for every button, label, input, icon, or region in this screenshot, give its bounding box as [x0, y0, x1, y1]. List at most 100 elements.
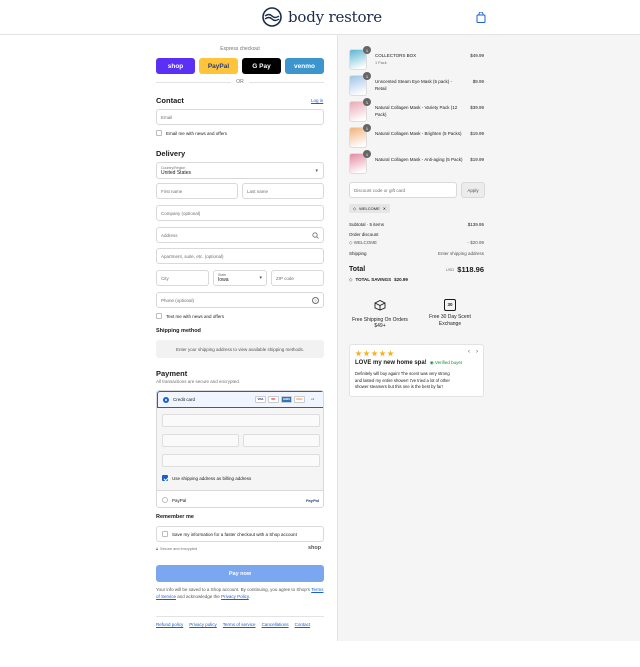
card-logos: VISA MC AMEX DISC +4 [255, 396, 318, 403]
header: body restore [0, 0, 640, 35]
quantity-badge: 1 [363, 98, 371, 106]
discount-tag: ◇ WELCOME ✕ [349, 204, 391, 213]
brand-name: body restore [288, 8, 382, 26]
express-paypal-button[interactable]: PayPal [199, 58, 238, 74]
total-savings: ◇ TOTAL SAVINGS $20.99 [349, 277, 408, 283]
chevron-left-icon[interactable]: ‹ [468, 349, 470, 355]
paypal-label: PayPal [172, 497, 187, 503]
last-name-field[interactable]: Last name [242, 183, 324, 199]
express-g-pay-button[interactable]: G Pay [242, 58, 281, 74]
security-code-field[interactable] [243, 434, 320, 447]
checkbox-box[interactable] [156, 313, 162, 319]
credit-card-option[interactable]: Credit card VISA MC AMEX DISC +4 [157, 391, 323, 408]
review-text: Definitely will buy again! The scent was… [355, 371, 450, 389]
product-name-block: Unscented Steam Eye Mask (5 pack) - Reta… [375, 79, 463, 92]
perk-text: Free 30 Day Scent Exchange [429, 314, 471, 327]
express-shop-button[interactable]: shop [156, 58, 195, 74]
city-field[interactable]: City [156, 270, 209, 286]
billing-checkbox[interactable]: Use shipping address as billing address [162, 475, 251, 481]
credit-card-label: Credit card [173, 397, 196, 402]
review-title: LOVE my new home spa! ◉ Verified buyer [355, 360, 462, 366]
savings-label: TOTAL SAVINGS [355, 277, 392, 282]
legal-text: Your info will be saved to a Shop accoun… [156, 587, 324, 600]
email-field[interactable]: Email [156, 109, 324, 125]
discount-code-field[interactable]: Discount code or gift card [349, 182, 457, 198]
help-icon[interactable]: ? [312, 296, 319, 304]
subtotal-value: $139.95 [467, 222, 484, 227]
more-cards-badge: +4 [311, 398, 314, 401]
chevron-right-icon[interactable]: › [476, 349, 478, 355]
discount-code-row: ◇ WELCOME - $20.99 [349, 240, 484, 246]
expiry-field[interactable] [162, 434, 239, 447]
star-rating [355, 350, 394, 357]
email-news-checkbox[interactable]: Email me with news and offers [156, 130, 227, 136]
footer-link[interactable]: Terms of service [223, 622, 256, 627]
shipping-row: Shipping Enter shipping address [349, 251, 484, 256]
product-price: $49.99 [470, 53, 484, 58]
product-price: $19.99 [470, 157, 484, 162]
review-nav: ‹ › [468, 349, 478, 355]
review-title-text: LOVE my new home spa! [355, 360, 427, 366]
pay-now-button[interactable]: Pay now [156, 565, 324, 582]
zip-field[interactable]: ZIP code [271, 270, 324, 286]
quantity-badge: 1 [363, 46, 371, 54]
footer-link[interactable]: Refund policy [156, 622, 183, 627]
legal-text-2: and acknowledge the [177, 593, 220, 599]
payment-methods: Credit card VISA MC AMEX DISC +4 Use shippin… [156, 390, 324, 508]
checkbox-box[interactable] [156, 130, 162, 136]
phone-field[interactable]: Phone (optional) ? [156, 292, 324, 308]
express-venmo-button[interactable]: venmo [285, 58, 324, 74]
card-number-field[interactable] [162, 414, 320, 427]
cart-item: 1 Natural Collagen Mask - Anti-aging (5 P… [349, 150, 484, 175]
remember-checkbox[interactable]: Save my information for a faster checkou… [156, 526, 324, 542]
first-name-field[interactable]: First name [156, 183, 238, 199]
product-variant: 1 Pack [375, 60, 387, 65]
footer-link[interactable]: Contact [295, 622, 311, 627]
shopping-bag-icon[interactable] [476, 12, 486, 23]
order-discount-label: Order discount [349, 232, 379, 237]
company-field[interactable]: Company (optional) [156, 205, 324, 221]
lock-icon: 🔒︎ [156, 547, 159, 551]
card-logo-disc: DISC [294, 396, 305, 403]
quantity-badge: 1 [363, 150, 371, 158]
box-icon [374, 299, 386, 311]
country-select[interactable]: Country/Region United States ▾ [156, 162, 324, 179]
payment-subtitle: All transactions are secure and encrypte… [156, 379, 241, 384]
address-field[interactable]: Address [156, 227, 324, 243]
radio-selected[interactable] [163, 396, 169, 403]
star-icon [355, 350, 362, 357]
star-icon [379, 350, 386, 357]
state-select[interactable]: State Iowa ▾ [213, 270, 267, 286]
savings-value: $20.99 [394, 277, 408, 282]
product-name: Natural Collagen Mask - Anti-aging (5 Pa… [375, 157, 463, 162]
subtotal-row: Subtotal · 5 items $139.95 [349, 222, 484, 227]
chevron-down-icon: ▾ [315, 168, 318, 174]
card-logo-visa: VISA [255, 396, 266, 403]
shipping-method-heading: Shipping method [156, 328, 201, 334]
verified-badge: ◉ Verified buyer [429, 360, 463, 365]
footer-link[interactable]: Cancellations [262, 622, 289, 627]
email-news-label: Email me with news and offers [166, 130, 227, 136]
radio-unselected[interactable] [162, 497, 168, 503]
perk-free-shipping: Free Shipping On Orders $49+ [350, 299, 410, 330]
product-name: Unscented Steam Eye Mask (5 pack) - Reta… [375, 79, 453, 91]
close-icon[interactable]: ✕ [383, 206, 386, 211]
apply-button[interactable]: Apply [461, 182, 485, 198]
secure-note: 🔒︎ Secure and encrypted [156, 547, 197, 551]
checkbox-box[interactable] [162, 531, 168, 537]
card-logo-amex: AMEX [281, 396, 292, 403]
footer-link[interactable]: Privacy policy [189, 622, 217, 627]
text-news-checkbox[interactable]: Text me with news and offers [156, 313, 224, 319]
name-on-card-field[interactable] [162, 454, 320, 467]
login-link[interactable]: Log in [311, 98, 323, 103]
brand-logo[interactable]: body restore [262, 7, 382, 27]
apartment-field[interactable]: Apartment, suite, etc. (optional) [156, 248, 324, 264]
order-summary-panel [337, 35, 640, 641]
paypal-option[interactable]: PayPal PayPal [157, 490, 323, 507]
checkbox-checked[interactable] [162, 475, 168, 481]
payment-heading: Payment [156, 369, 188, 378]
delivery-heading: Delivery [156, 149, 186, 158]
product-name-block: Natural Collagen Mask - Brighten (5 Pack… [375, 131, 463, 138]
privacy-link[interactable]: Privacy Policy [221, 594, 249, 599]
product-name-block: Natural Collagen Mask - Variety Pack (12… [375, 105, 463, 118]
